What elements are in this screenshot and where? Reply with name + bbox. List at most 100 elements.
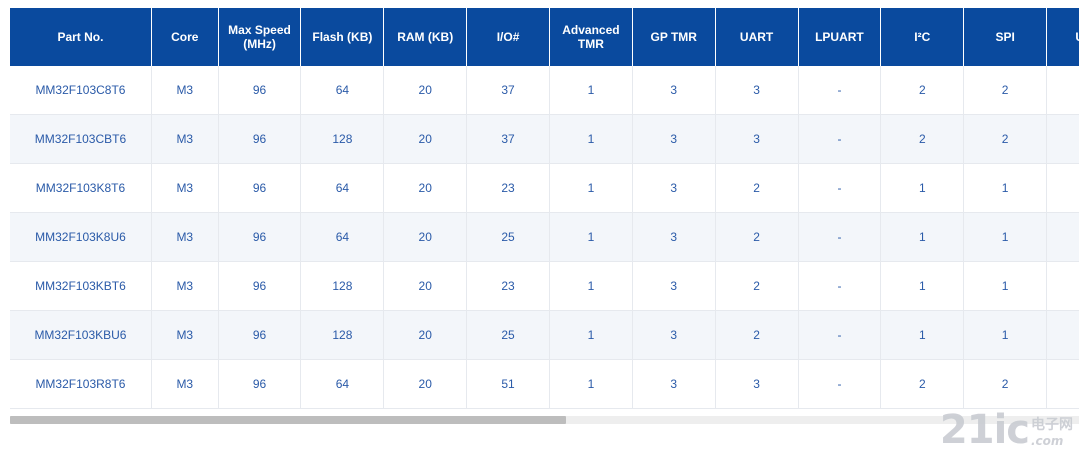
- table-cell: 3: [632, 310, 716, 360]
- table-cell: 2: [715, 163, 799, 213]
- site-watermark: 21ic 电子网 .com: [940, 410, 1073, 450]
- table-cell: 2: [963, 359, 1048, 409]
- table-cell: 96: [218, 212, 302, 262]
- table-cell: 128: [300, 261, 385, 311]
- table-cell: M3: [151, 261, 219, 311]
- table-row: MM32F103K8T6 M3 96 64 20 23 1 3 2-1 1: [10, 163, 1079, 213]
- table-cell: 3: [632, 66, 716, 115]
- table-cell: -: [798, 359, 882, 409]
- table-cell: 2: [880, 66, 965, 115]
- table-cell: 1: [963, 212, 1048, 262]
- table-body: MM32F103C8T6 M3 96 64 20 37 1 3 3-2 2 MM32F103CBT6…: [10, 66, 1079, 409]
- table-cell: 1: [549, 163, 633, 213]
- table-cell: 1: [880, 310, 965, 360]
- part-number-cell: MM32F103K8T6: [10, 163, 152, 213]
- column-header: I/O#: [466, 8, 550, 66]
- table-cell: 2: [715, 261, 799, 311]
- table-row: MM32F103K8U6 M3 96 64 20 25 1 3 2-1 1: [10, 212, 1079, 262]
- table-cell: 96: [218, 261, 302, 311]
- table-cell: 20: [383, 261, 468, 311]
- watermark-side: 电子网 .com: [1031, 417, 1073, 449]
- table-cell: [1046, 66, 1079, 115]
- table-cell: 37: [466, 66, 550, 115]
- table-cell: 96: [218, 66, 302, 115]
- column-header: I²C: [880, 8, 965, 66]
- table-cell: 2: [880, 359, 965, 409]
- table-cell: 96: [218, 114, 302, 164]
- table-cell: 51: [466, 359, 550, 409]
- table-cell: M3: [151, 114, 219, 164]
- table-cell: -: [798, 114, 882, 164]
- column-header: Flash (KB): [300, 8, 385, 66]
- table-cell: [1046, 114, 1079, 164]
- table-cell: 3: [715, 66, 799, 115]
- table-cell: 1: [963, 163, 1048, 213]
- table-cell: M3: [151, 66, 219, 115]
- table-cell: 20: [383, 114, 468, 164]
- table-cell: 128: [300, 310, 385, 360]
- table-cell: 64: [300, 163, 385, 213]
- table-cell: 23: [466, 261, 550, 311]
- column-header: UART: [715, 8, 799, 66]
- table-cell: 2: [880, 114, 965, 164]
- table-cell: 3: [715, 359, 799, 409]
- part-number-cell: MM32F103R8T6: [10, 359, 152, 409]
- part-number-cell: MM32F103KBT6: [10, 261, 152, 311]
- table-cell: 20: [383, 310, 468, 360]
- table-cell: 2: [715, 310, 799, 360]
- table-cell: [1046, 163, 1079, 213]
- table-row: MM32F103KBT6 M3 96 128 20 23 1 3 2-1 1: [10, 261, 1079, 311]
- column-header: Max Speed (MHz): [218, 8, 302, 66]
- table-cell: M3: [151, 212, 219, 262]
- table-cell: 1: [549, 212, 633, 262]
- table-cell: 3: [632, 261, 716, 311]
- table-cell: 64: [300, 212, 385, 262]
- table-cell: 20: [383, 359, 468, 409]
- table-cell: 37: [466, 114, 550, 164]
- column-header: Part No.: [10, 8, 152, 66]
- table-row: MM32F103CBT6 M3 96 128 20 37 1 3 3-2 2: [10, 114, 1079, 164]
- table-cell: 96: [218, 359, 302, 409]
- table-cell: -: [798, 66, 882, 115]
- watermark-cn: 电子网: [1031, 417, 1073, 433]
- table-cell: 2: [963, 66, 1048, 115]
- table-cell: -: [798, 310, 882, 360]
- column-header: LPUART: [798, 8, 882, 66]
- column-header: RAM (KB): [383, 8, 468, 66]
- part-number-cell: MM32F103KBU6: [10, 310, 152, 360]
- part-number-cell: MM32F103K8U6: [10, 212, 152, 262]
- table-cell: 1: [549, 66, 633, 115]
- table-cell: 20: [383, 212, 468, 262]
- watermark-latin: .com: [1031, 434, 1064, 448]
- table-cell: 1: [963, 310, 1048, 360]
- table-cell: 25: [466, 212, 550, 262]
- table-cell: M3: [151, 310, 219, 360]
- table-cell: 3: [632, 359, 716, 409]
- table-cell: M3: [151, 163, 219, 213]
- table-cell: -: [798, 212, 882, 262]
- table-cell: 64: [300, 359, 385, 409]
- part-number-cell: MM32F103CBT6: [10, 114, 152, 164]
- table-cell: [1046, 359, 1079, 409]
- scrollbar-thumb[interactable]: [10, 416, 566, 424]
- table-cell: 3: [632, 212, 716, 262]
- column-header: GP TMR: [632, 8, 716, 66]
- table-cell: 64: [300, 66, 385, 115]
- table-row: MM32F103R8T6 M3 96 64 20 51 1 3 3-2 2: [10, 359, 1079, 409]
- part-number-cell: MM32F103C8T6: [10, 66, 152, 115]
- table-row: MM32F103KBU6 M3 96 128 20 25 1 3 2-1 1: [10, 310, 1079, 360]
- table-cell: 96: [218, 163, 302, 213]
- table-cell: [1046, 310, 1079, 360]
- table-row: MM32F103C8T6 M3 96 64 20 37 1 3 3-2 2: [10, 66, 1079, 115]
- table-cell: -: [798, 261, 882, 311]
- table-cell: 1: [549, 310, 633, 360]
- table-cell: 1: [549, 261, 633, 311]
- horizontal-scrollbar[interactable]: [10, 416, 1079, 424]
- table-cell: 1: [880, 261, 965, 311]
- table-cell: 3: [632, 163, 716, 213]
- table-cell: 3: [632, 114, 716, 164]
- table-cell: 3: [715, 114, 799, 164]
- table-cell: 23: [466, 163, 550, 213]
- table-cell: [1046, 212, 1079, 262]
- table-cell: 96: [218, 310, 302, 360]
